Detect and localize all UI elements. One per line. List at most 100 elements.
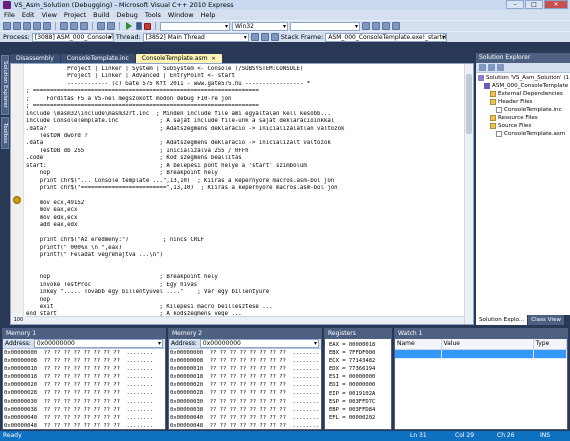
memory-row[interactable]: 0x00000040 ?? ?? ?? ?? ?? ?? ?? ?? .....… [4,414,165,422]
watch-cell[interactable] [395,349,442,359]
tab-consoletemplate-asm[interactable]: ConsoleTemplate.asm ✕ [135,54,222,63]
code-line[interactable]: nop [26,297,463,304]
code-line[interactable]: ------------ (c) Gate 575 Kft 2011 - www… [26,81,463,88]
code-line[interactable]: exit ; Kilépési macro beillesztése ... [26,304,463,311]
code-line[interactable] [26,267,463,274]
show-all-files-icon[interactable] [488,64,495,71]
register-row[interactable]: EBP = 003FFD84 [329,406,391,414]
code-line[interactable]: invoke TestProc ; Egy hívás [26,282,463,289]
code-line[interactable]: inkey "..... Tovább egy billentyűvel ...… [26,289,463,296]
process-dropdown[interactable]: [3088] ASM_000_ConsoleTemplate [31,32,114,42]
code-line[interactable]: include \masm32\include\masm32rt.inc ; M… [26,111,463,118]
memory-row[interactable]: 0x00000018 ?? ?? ?? ?? ?? ?? ?? ?? .....… [170,373,321,381]
register-row[interactable]: EDX = 77366194 [329,365,391,373]
cut-icon[interactable] [60,22,68,30]
code-line[interactable]: .code ; Kód szegmens beállítás [26,155,463,162]
tree-item[interactable]: External Dependencies [476,90,570,98]
save-all-icon[interactable] [43,22,51,30]
stop-debugging-icon[interactable] [144,22,151,30]
memory-row[interactable]: 0x00000000 ?? ?? ?? ?? ?? ?? ?? ?? .....… [4,349,165,357]
watch-column-value[interactable]: Value [441,339,534,350]
properties-icon[interactable] [382,22,390,30]
code-line[interactable]: mov ecx,49152 [26,200,463,207]
solution-explorer-icon[interactable] [372,22,380,30]
memory-row[interactable]: 0x00000008 ?? ?? ?? ?? ?? ?? ?? ?? .....… [170,357,321,365]
register-row[interactable]: ESP = 003FFD7C [329,398,391,406]
zoom-level[interactable]: 100 % [11,316,26,324]
memory-row[interactable]: 0x00000010 ?? ?? ?? ?? ?? ?? ?? ?? .....… [170,365,321,373]
memory-row[interactable]: 0x00000038 ?? ?? ?? ?? ?? ?? ?? ?? .....… [4,406,165,414]
code-editor[interactable]: Project | Linker | System | SubSystem <-… [10,63,474,325]
tree-item[interactable]: Source Files [476,122,570,130]
memory1-rows[interactable]: 0x00000000 ?? ?? ?? ?? ?? ?? ?? ?? .....… [3,349,165,429]
menu-file[interactable]: File [4,11,15,19]
continue-icon[interactable] [126,22,132,30]
register-row[interactable]: EBX = 7FFDF000 [329,349,391,357]
memory1-address-input[interactable]: 0x00000000 [33,339,163,348]
breakpoint-gutter[interactable] [11,64,24,324]
tree-item[interactable]: Header Files [476,98,570,106]
code-line[interactable] [26,230,463,237]
memory-row[interactable]: 0x00000000 ?? ?? ?? ?? ?? ?? ?? ?? .....… [170,349,321,357]
memory-row[interactable]: 0x00000048 ?? ?? ?? ?? ?? ?? ?? ?? .....… [4,422,165,429]
show-threads-icon[interactable] [270,33,279,41]
toggle-flag-icon[interactable] [250,33,259,41]
code-line[interactable]: ; Fordítás F5 a VS-nél megszokott módon … [26,96,463,103]
close-button[interactable]: ✕ [544,0,568,9]
new-project-icon[interactable] [3,22,11,30]
watch-column-type[interactable]: Type [533,339,567,350]
code-line[interactable]: TestDW dword ? [26,133,463,140]
editor-vertical-scrollbar[interactable] [464,64,473,324]
register-values[interactable]: EAX = 00000018 EBX = 7FFDF000 ECX = 771434… [325,339,391,422]
paste-icon[interactable] [80,22,88,30]
maximize-button[interactable]: □ [525,0,543,9]
code-line[interactable]: add eax,edx [26,222,463,229]
thread-dropdown[interactable]: [3852] Main Thread [142,32,249,42]
memory-row[interactable]: 0x00000030 ?? ?? ?? ?? ?? ?? ?? ?? .....… [4,398,165,406]
menu-build[interactable]: Build [93,11,109,19]
flag-threads-icon[interactable] [260,33,269,41]
register-row[interactable]: EIP = 0019102A [329,390,391,398]
copy-icon[interactable] [70,22,78,30]
menu-edit[interactable]: Edit [22,11,35,19]
memory-row[interactable]: 0x00000028 ?? ?? ?? ?? ?? ?? ?? ?? .....… [4,389,165,397]
toolbox-side-tab[interactable]: Toolbox [1,117,9,149]
menu-window[interactable]: Window [168,11,194,19]
platform-dropdown[interactable]: Win32 [232,21,288,31]
code-line[interactable]: ; ======================================… [26,103,463,110]
code-line[interactable]: print chr$("Az eredmény:") ; nincs CRLF [26,237,463,244]
code-line[interactable]: include ConsoleTemplate.inc ; A saját in… [26,118,463,125]
register-row[interactable]: ESI = 00000000 [329,373,391,381]
watch-column-name[interactable]: Name [395,339,442,350]
memory-row[interactable]: 0x00000028 ?? ?? ?? ?? ?? ?? ?? ?? .....… [170,389,321,397]
code-text[interactable]: Project | Linker | System | SubSystem <-… [26,66,463,319]
memory2-rows[interactable]: 0x00000000 ?? ?? ?? ?? ?? ?? ?? ?? .....… [169,349,321,429]
code-line[interactable]: ; ======================================… [26,88,463,95]
memory-row[interactable]: 0x00000020 ?? ?? ?? ?? ?? ?? ?? ?? .....… [170,381,321,389]
register-row[interactable]: ECX = 77143482 [329,357,391,365]
solution-configuration-dropdown[interactable] [160,21,230,31]
memory-row[interactable]: 0x00000018 ?? ?? ?? ?? ?? ?? ?? ?? .....… [4,373,165,381]
code-line[interactable]: .data? ; Adatszegmens deklaráció -> inic… [26,126,463,133]
menu-tools[interactable]: Tools [145,11,161,19]
tree-item[interactable]: Resource Files [476,114,570,122]
open-file-icon[interactable] [23,22,31,30]
memory2-address-input[interactable]: 0x00000000 [199,339,319,348]
solution-explorer-side-tab[interactable]: Solution Explorer [1,55,9,115]
redo-icon[interactable] [107,22,115,30]
tree-item[interactable]: Solution 'VS_Asm_Solution' (1 p [476,74,570,82]
memory-row[interactable]: 0x00000008 ?? ?? ?? ?? ?? ?? ?? ?? .....… [4,357,165,365]
memory-row[interactable]: 0x00000010 ?? ?? ?? ?? ?? ?? ?? ?? .....… [4,365,165,373]
refresh-icon[interactable] [497,64,504,71]
code-line[interactable]: TestDB db 255 ; Inicializálva 255 / 0FFh [26,148,463,155]
code-line[interactable]: print chr$("... Console template ...",13… [26,178,463,185]
save-icon[interactable] [33,22,41,30]
code-line[interactable] [26,259,463,266]
break-all-icon[interactable] [136,22,142,30]
minimize-button[interactable]: – [506,0,524,9]
find-in-files-icon[interactable] [362,22,370,30]
toolbox-icon[interactable] [392,22,400,30]
add-item-icon[interactable] [13,22,21,30]
menu-view[interactable]: View [41,11,56,19]
close-tab-icon[interactable]: ✕ [212,56,216,62]
